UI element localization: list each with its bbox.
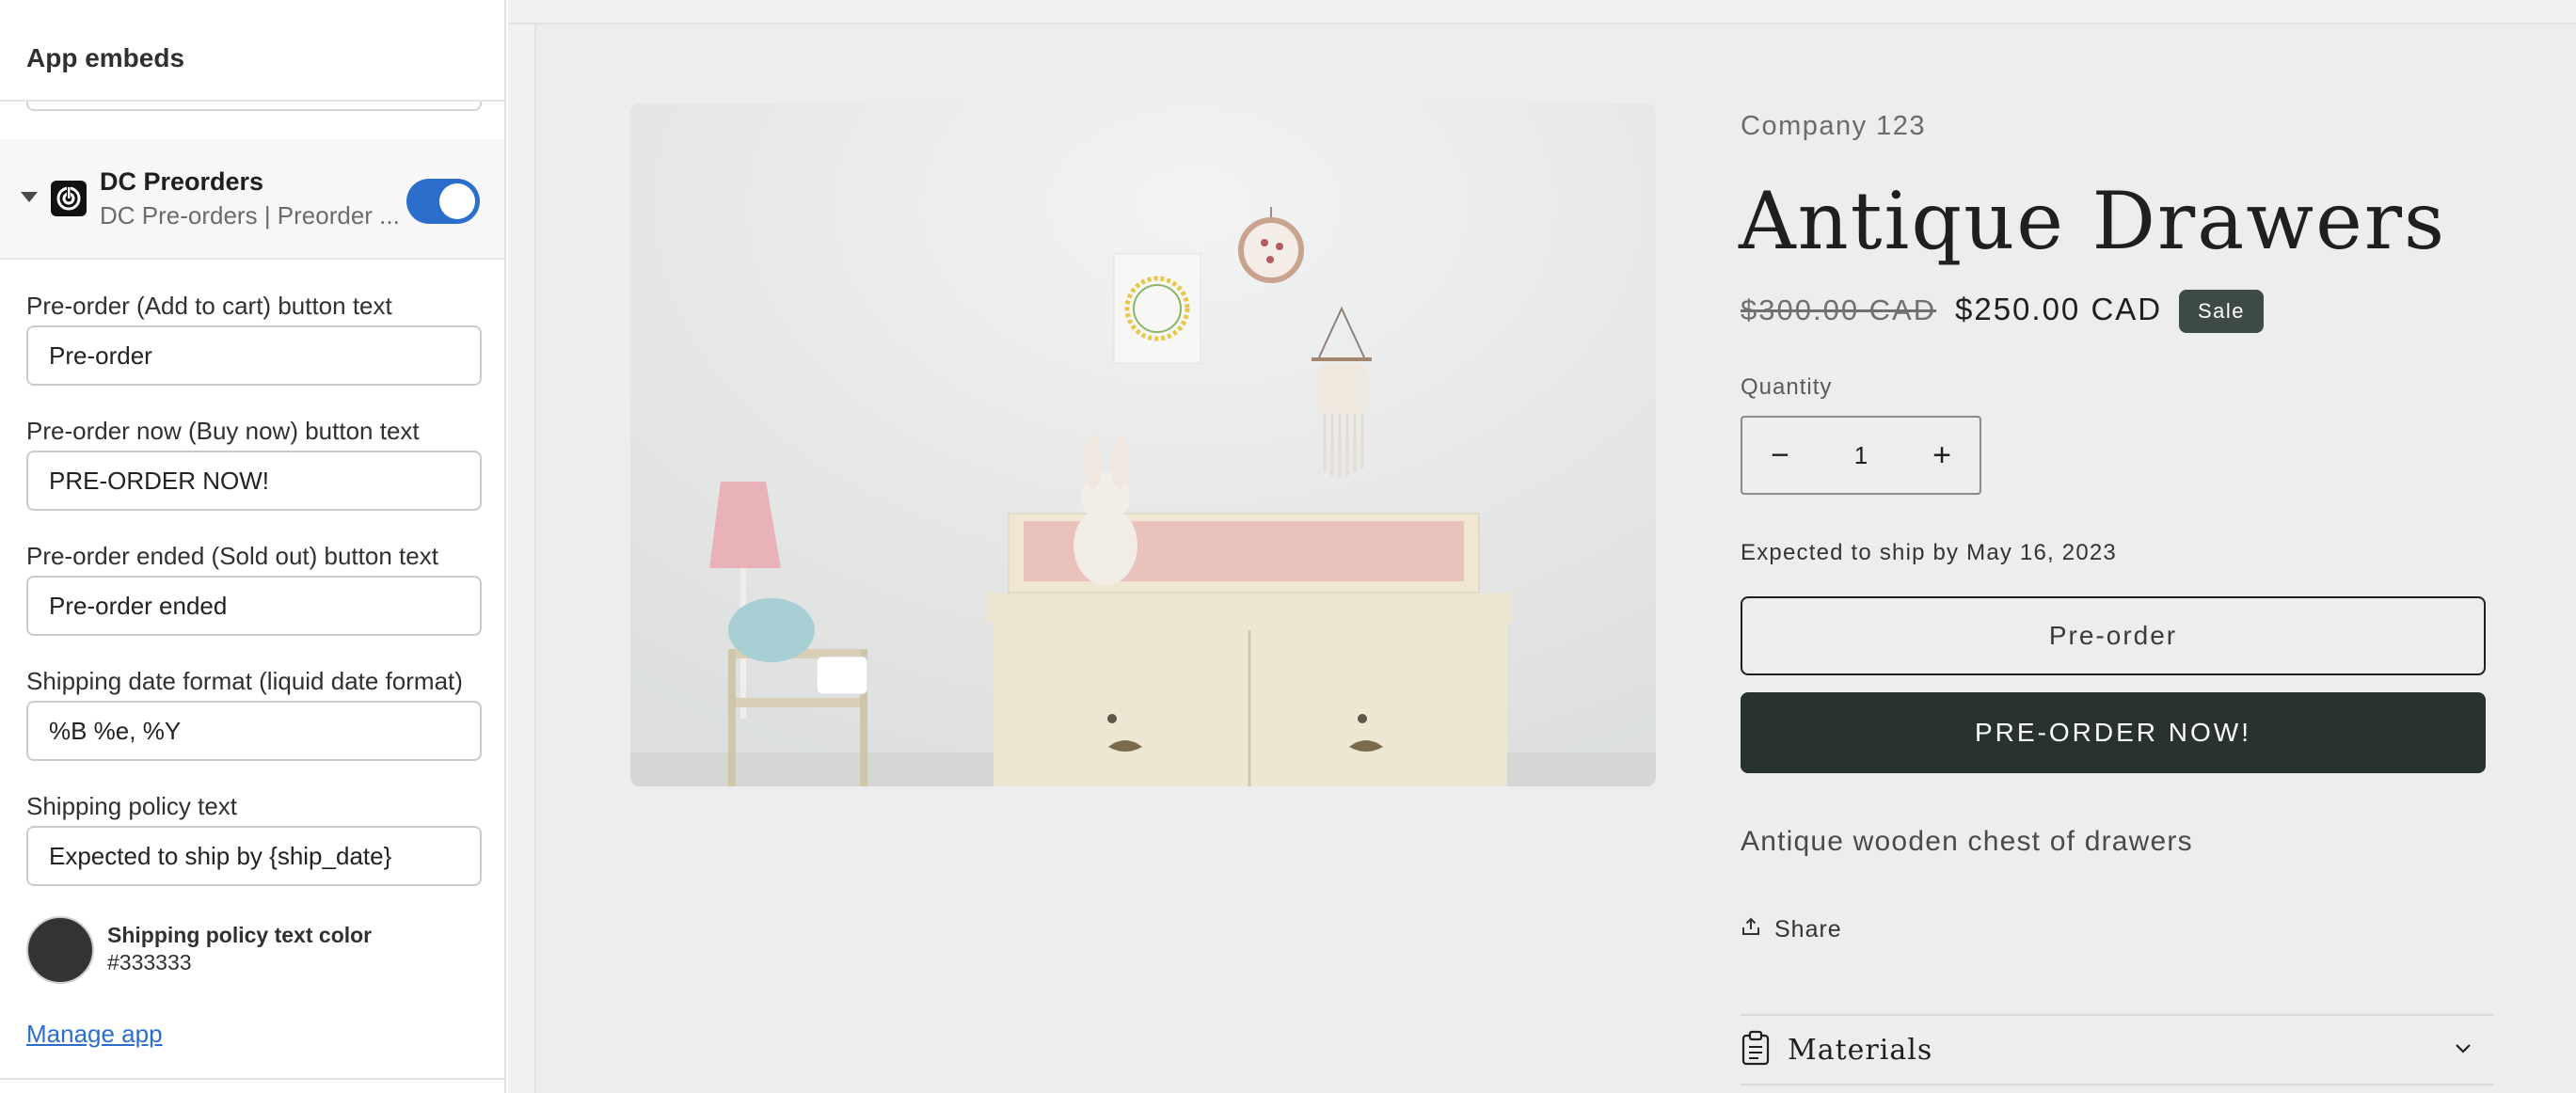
preorder-now-button[interactable]: PRE-ORDER NOW! (1741, 692, 2486, 773)
sale-badge: Sale (2179, 290, 2265, 333)
toggle-knob (439, 183, 475, 219)
color-setting-value: #333333 (107, 950, 192, 974)
materials-accordion[interactable]: Materials (1741, 1016, 2493, 1084)
app-embed-row[interactable]: DC Preorders DC Pre-orders | Preorder ..… (0, 139, 504, 260)
manage-app-link[interactable]: Manage app (26, 1020, 163, 1049)
product-vendor: Company 123 (1741, 111, 1927, 141)
theme-editor-sidebar: App embeds DC Preorders DC Pre-orders | … (0, 0, 506, 1093)
quantity-decrease-button[interactable]: − (1742, 418, 1818, 493)
storefront-preview: Company 123 Antique Drawers $300.00 CAD … (534, 24, 2576, 1093)
share-label: Share (1774, 915, 1842, 943)
product-title: Antique Drawers (1739, 175, 2447, 267)
caret-down-icon[interactable] (21, 192, 38, 202)
preorder-ended-input[interactable]: Pre-order ended (26, 576, 482, 636)
preorder-now-input[interactable]: PRE-ORDER NOW! (26, 451, 482, 511)
share-icon (1741, 916, 1761, 943)
materials-label: Materials (1788, 1033, 1933, 1067)
share-button[interactable]: Share (1741, 912, 1842, 946)
date-format-label: Shipping date format (liquid date format… (26, 667, 463, 695)
preorder-ended-label: Pre-order ended (Sold out) button text (26, 542, 438, 570)
product-image[interactable] (630, 103, 1656, 786)
previous-field-edge (26, 102, 482, 111)
preorder-now-label: Pre-order now (Buy now) button text (26, 417, 420, 445)
preorder-button-input[interactable]: Pre-order (26, 325, 482, 386)
sidebar-divider (0, 1078, 504, 1080)
quantity-stepper: − 1 + (1741, 416, 1981, 495)
sale-price: $250.00 CAD (1955, 292, 2163, 326)
app-subtitle: DC Pre-orders | Preorder ... (100, 201, 400, 230)
product-description: Antique wooden chest of drawers (1741, 826, 2193, 857)
sidebar-title: App embeds (0, 0, 504, 102)
shipping-policy-text: Expected to ship by May 16, 2023 (1741, 540, 2117, 565)
app-logo-icon (51, 181, 87, 216)
app-enabled-toggle[interactable] (406, 179, 480, 224)
preview-topbar (508, 0, 2576, 24)
date-format-input[interactable]: %B %e, %Y (26, 701, 482, 761)
shipping-policy-input[interactable]: Expected to ship by {ship_date} (26, 826, 482, 886)
accordion-divider-bottom (1741, 1084, 2493, 1085)
compare-at-price: $300.00 CAD (1741, 293, 1937, 326)
color-setting-title: Shipping policy text color (107, 923, 373, 947)
quantity-increase-button[interactable]: + (1904, 418, 1980, 493)
shipping-policy-label: Shipping policy text (26, 792, 238, 820)
chevron-down-icon (2452, 1037, 2474, 1064)
preorder-button-label: Pre-order (Add to cart) button text (26, 292, 392, 320)
color-swatch[interactable] (26, 916, 94, 984)
preview-area: Company 123 Antique Drawers $300.00 CAD … (508, 0, 2576, 1093)
clipboard-icon (1741, 1030, 1771, 1070)
quantity-label: Quantity (1741, 374, 1833, 400)
app-name: DC Preorders (100, 167, 264, 196)
preorder-button[interactable]: Pre-order (1741, 596, 2486, 675)
quantity-input[interactable]: 1 (1818, 418, 1904, 493)
